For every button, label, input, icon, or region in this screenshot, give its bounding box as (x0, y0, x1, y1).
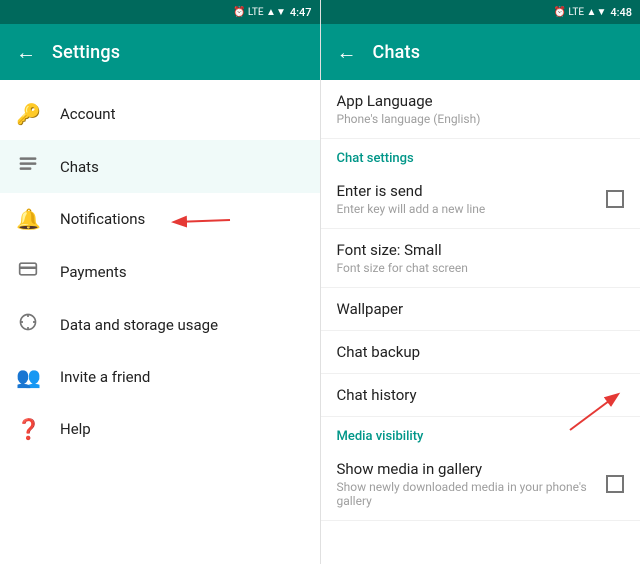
app-language-title: App Language (337, 92, 625, 110)
chat-backup-title: Chat backup (337, 343, 625, 361)
left-status-icons: ⏰ LTE ▲▼ (233, 7, 286, 18)
chats-label: Chats (60, 158, 99, 176)
help-label: Help (60, 420, 91, 438)
payments-label: Payments (60, 263, 127, 281)
enter-is-send-subtitle: Enter key will add a new line (337, 202, 607, 216)
settings-list: 🔑 Account Chats 🔔 Notifications Payments (0, 80, 320, 463)
bell-icon: 🔔 (16, 207, 40, 231)
enter-is-send-block: Enter is send Enter key will add a new l… (337, 182, 607, 216)
right-panel: ⏰ LTE ▲▼ 4:48 ← Chats App Language Phone… (321, 0, 640, 564)
wallpaper-title: Wallpaper (337, 300, 625, 318)
right-title: Chats (373, 42, 421, 63)
app-language-item[interactable]: App Language Phone's language (English) (321, 80, 640, 139)
data-label: Data and storage usage (60, 316, 218, 334)
chat-history-item[interactable]: Chat history (321, 374, 640, 417)
chats-icon (16, 154, 40, 179)
media-visibility-header: Media visibility (321, 417, 640, 448)
font-size-item[interactable]: Font size: Small Font size for chat scre… (321, 229, 640, 288)
left-panel: ⏰ LTE ▲▼ 4:47 ← Settings 🔑 Account Chats… (0, 0, 321, 564)
right-time: 4:48 (610, 6, 632, 19)
app-language-block: App Language Phone's language (English) (337, 92, 625, 126)
settings-item-notifications[interactable]: 🔔 Notifications (0, 193, 320, 245)
show-media-subtitle: Show newly downloaded media in your phon… (337, 480, 607, 508)
left-status-bar: ⏰ LTE ▲▼ 4:47 (0, 0, 320, 24)
chat-history-block: Chat history (337, 386, 625, 404)
settings-item-account[interactable]: 🔑 Account (0, 88, 320, 140)
chat-settings-header: Chat settings (321, 139, 640, 170)
invite-icon: 👥 (16, 365, 40, 389)
show-media-checkbox[interactable] (606, 475, 624, 493)
font-size-title: Font size: Small (337, 241, 625, 259)
app-language-subtitle: Phone's language (English) (337, 112, 625, 126)
help-icon: ❓ (16, 417, 40, 441)
font-size-block: Font size: Small Font size for chat scre… (337, 241, 625, 275)
settings-item-invite[interactable]: 👥 Invite a friend (0, 351, 320, 403)
left-time: 4:47 (290, 6, 312, 19)
chat-history-title: Chat history (337, 386, 625, 404)
chats-settings-list: App Language Phone's language (English) … (321, 80, 640, 564)
right-status-bar: ⏰ LTE ▲▼ 4:48 (321, 0, 640, 24)
settings-item-help[interactable]: ❓ Help (0, 403, 320, 455)
show-media-block: Show media in gallery Show newly downloa… (337, 460, 607, 508)
key-icon: 🔑 (16, 102, 40, 126)
wallpaper-item[interactable]: Wallpaper (321, 288, 640, 331)
payments-icon (16, 259, 40, 284)
show-media-item[interactable]: Show media in gallery Show newly downloa… (321, 448, 640, 521)
chat-backup-block: Chat backup (337, 343, 625, 361)
data-icon (16, 312, 40, 337)
settings-item-chats[interactable]: Chats (0, 140, 320, 193)
right-header: ← Chats (321, 24, 640, 80)
chat-backup-item[interactable]: Chat backup (321, 331, 640, 374)
font-size-subtitle: Font size for chat screen (337, 261, 625, 275)
show-media-title: Show media in gallery (337, 460, 607, 478)
settings-item-payments[interactable]: Payments (0, 245, 320, 298)
enter-is-send-checkbox[interactable] (606, 190, 624, 208)
left-back-button[interactable]: ← (16, 40, 36, 65)
enter-is-send-title: Enter is send (337, 182, 607, 200)
settings-item-data[interactable]: Data and storage usage (0, 298, 320, 351)
wallpaper-block: Wallpaper (337, 300, 625, 318)
right-back-button[interactable]: ← (337, 40, 357, 65)
left-header: ← Settings (0, 24, 320, 80)
notifications-label: Notifications (60, 210, 145, 228)
right-status-icons: ⏰ LTE ▲▼ (553, 7, 606, 18)
account-label: Account (60, 105, 116, 123)
invite-label: Invite a friend (60, 368, 150, 386)
left-title: Settings (52, 42, 120, 63)
enter-is-send-item[interactable]: Enter is send Enter key will add a new l… (321, 170, 640, 229)
